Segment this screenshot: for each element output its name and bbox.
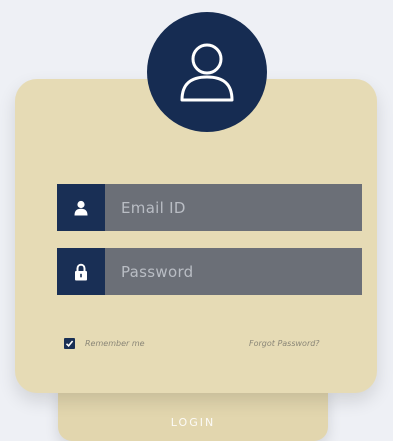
login-label: LOGIN [170, 415, 216, 429]
user-icon [57, 184, 105, 231]
user-outline-icon [180, 43, 234, 102]
forgot-password-link[interactable]: Forgot Password? [249, 339, 320, 348]
password-input[interactable] [105, 248, 362, 295]
avatar [147, 12, 267, 132]
login-button[interactable]: LOGIN [58, 385, 328, 441]
check-icon [65, 340, 74, 347]
email-field [57, 184, 362, 231]
remember-me[interactable]: Remember me [64, 338, 145, 349]
password-field [57, 248, 362, 295]
remember-checkbox[interactable] [64, 338, 75, 349]
lock-icon [57, 248, 105, 295]
email-input[interactable] [105, 184, 362, 231]
remember-label: Remember me [85, 339, 145, 348]
